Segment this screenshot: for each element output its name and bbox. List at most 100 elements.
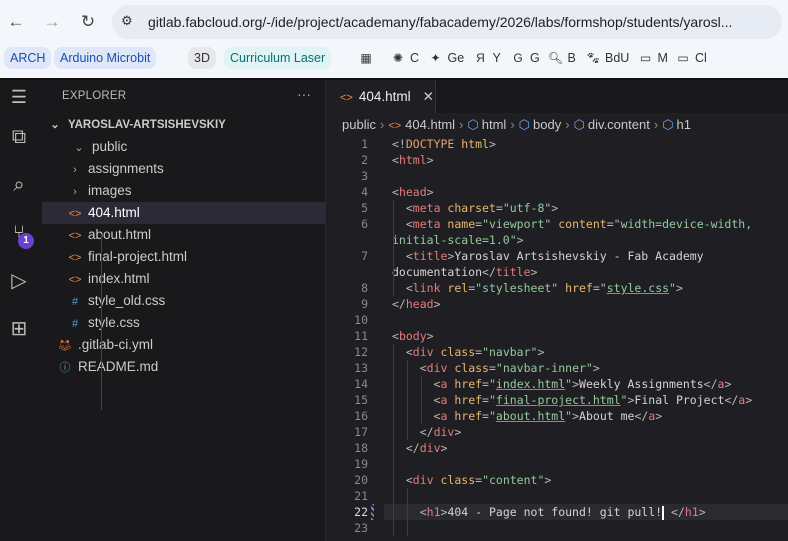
code-token: < [392,185,399,199]
code-row: 17 </div> [326,424,788,440]
line-number: 11 [354,329,368,343]
code-token: h1 [684,505,699,519]
bookmark-item[interactable]: ЯY [473,47,501,69]
code-token: = [495,201,503,215]
line-number: 21 [354,489,368,503]
bookmark-item[interactable]: ▭ M [638,47,668,69]
bookmark-item[interactable]: 🐾︎ BdU [585,47,629,69]
breadcrumb-item[interactable]: public [342,117,376,132]
bookmark-item[interactable]: ▦ [358,47,378,69]
code-token: href [447,409,483,423]
code-token: > [698,505,706,519]
code-row: 20 <div class="content"> [326,472,788,488]
file-tree-item[interactable]: › images [42,180,325,202]
forward-button[interactable]: → [40,10,64,34]
breadcrumb-item[interactable]: body [533,117,561,132]
symbol-element-icon: ⬡ [573,117,585,132]
back-button[interactable]: ← [4,10,28,34]
bookmark-item[interactable]: Curriculum Laser [224,47,332,69]
file-tree-item[interactable]: <> 404.html [42,202,325,224]
bookmark-item[interactable]: Arduino Microbit [54,47,157,69]
file-tree-label: style_old.css [88,293,166,308]
code-token: "viewport" [482,217,552,231]
breadcrumb: public › <> 404.html › ⬡ html › ⬡ body › ⬡ div.conte… [342,117,782,133]
code-row: 2 <html> [326,152,788,168]
file-tree-item[interactable]: ⓘ README.md [42,356,325,378]
file-tree-item[interactable]: › assignments [42,158,325,180]
bookmark-item[interactable]: GG [510,47,539,69]
code-token: body [398,329,427,343]
code-token: " [599,281,607,295]
code-token: < [392,329,399,343]
line-number: 18 [354,441,368,455]
bookmark-item[interactable]: ▭ Cl [675,47,706,69]
file-tree-item[interactable]: <> final-project.html [42,246,325,268]
code-token: class [447,361,489,375]
bookmark-item[interactable]: ✺ C [390,47,419,69]
code-token: name [440,217,476,231]
bookmark-item[interactable]: 🔍︎ B [548,47,576,69]
code-token: > [551,201,559,215]
bookmark-item[interactable]: ✦ Ge [428,47,464,69]
code-token: "navbar-inner" [495,361,593,375]
code-token: head [398,185,427,199]
run-debug-icon[interactable]: ▷ [6,268,32,294]
url-text[interactable]: gitlab.fabcloud.org/-/ide/project/academ… [148,14,774,30]
more-actions-icon[interactable]: ··· [297,86,311,102]
code-token: > [745,393,753,407]
tab-label: 404.html [358,89,411,104]
line-number: 15 [354,393,368,407]
chevron-right-icon: › [565,117,570,132]
line-number: 14 [354,377,368,391]
tab-404-html[interactable]: <> 404.html ✕ [326,80,436,113]
code-token: < [405,217,413,231]
menu-icon[interactable]: ☰ [6,84,32,110]
bookmark-item[interactable]: ARCH [4,47,52,69]
file-tree-label: about.html [88,227,152,242]
code-row: 12 <div class="navbar"> [326,344,788,360]
code-token: Final Project [634,393,725,407]
bookmark-icon: Я [476,51,485,65]
close-tab-icon[interactable]: ✕ [423,89,434,104]
file-tree-item[interactable]: # style.css [42,312,325,334]
chevron-right-icon: › [653,117,659,132]
gitlab-icon: 🦊︎ [58,340,72,352]
code-token: h1 [426,505,441,519]
code-line: <div class="navbar"> [392,344,788,360]
breadcrumb-item[interactable]: 404.html [405,117,455,132]
address-bar[interactable]: ⚙ gitlab.fabcloud.org/-/ide/project/acad… [112,5,782,39]
bookmark-item[interactable]: 3D [188,47,216,69]
code-token: title [495,265,531,279]
code-token: div [412,473,434,487]
info-icon: ⓘ [59,362,71,374]
explorer-icon[interactable]: ⧉ [6,124,32,150]
search-icon[interactable]: ⌕ [6,172,32,198]
file-tree-label: index.html [88,271,150,286]
file-tree-label: README.md [78,359,159,374]
breadcrumb-item[interactable]: div.content [588,117,650,132]
workspace-root[interactable]: ⌄ YAROSLAV-ARTSISHEVSKIY [46,114,325,136]
file-tree-item[interactable]: <> about.html [42,224,325,246]
code-row: 18 </div> [326,440,788,456]
file-tree-item[interactable]: # style_old.css [42,290,325,312]
reload-button[interactable]: ↻ [76,10,100,34]
file-tree-item[interactable]: 🦊︎ .gitlab-ci.yml [42,334,325,356]
editor: <> 404.html ✕ public › <> 404.html › ⬡ html › ⬡ bod… [325,80,788,541]
breadcrumb-item[interactable]: h1 [677,117,691,132]
code-line: <meta charset="utf-8"> [392,200,788,216]
file-tree-item[interactable]: <> index.html [42,268,325,290]
extensions-icon[interactable]: ⊞ [6,316,32,342]
code-area[interactable]: 1 <!DOCTYPE html> 2 <html> 3 4 <head> 5 <meta … [326,136,788,536]
code-token: > [433,297,441,311]
code-line: <div class="navbar-inner"> [392,360,788,376]
file-tree-item[interactable]: ⌄ public [42,136,325,158]
bookmark-label: Arduino Microbit [60,51,151,65]
chevron-right-icon: › [73,164,77,176]
indent-guide [406,488,408,536]
code-token: </ [405,441,420,455]
breadcrumb-item[interactable]: html [482,117,507,132]
indent-guide [101,234,102,410]
site-settings-icon[interactable]: ⚙ [121,13,133,29]
